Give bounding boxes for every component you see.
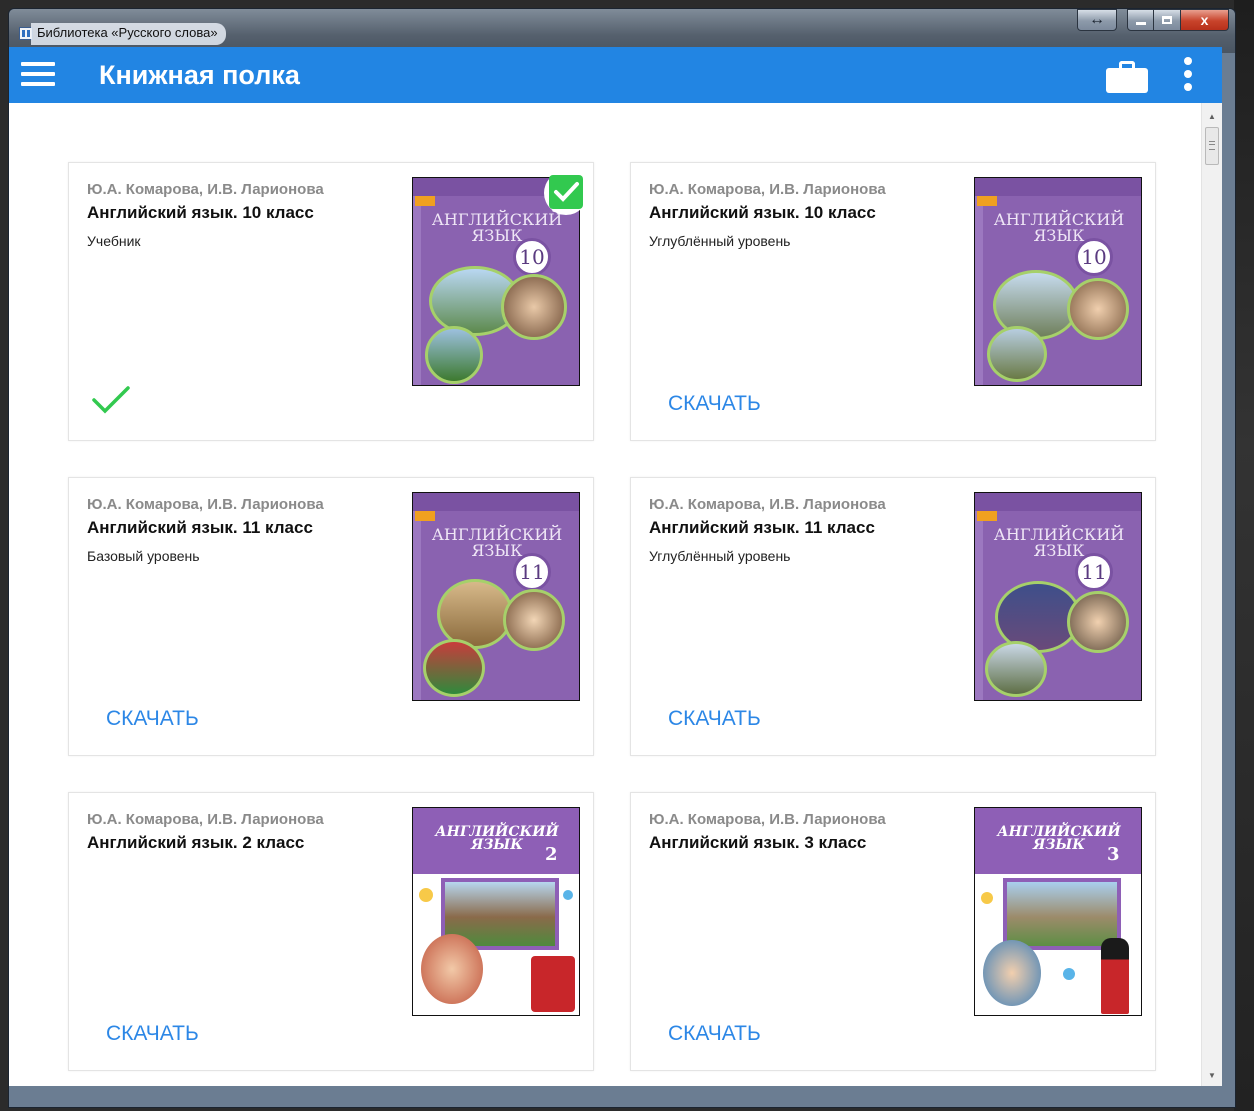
- download-button[interactable]: СКАЧАТЬ: [668, 707, 761, 731]
- window-title: Библиотека «Русского слова»: [31, 23, 226, 45]
- book-subtitle: Углублённый уровень: [649, 548, 791, 564]
- book-card[interactable]: Ю.А. Комарова, И.В. Ларионова Английский…: [68, 477, 594, 756]
- resize-toggle-button[interactable]: ↔: [1077, 9, 1117, 31]
- book-card[interactable]: Ю.А. Комарова, И.В. Ларионова Английский…: [630, 792, 1156, 1071]
- publisher-badge: [415, 196, 435, 206]
- book-title: Английский язык. 10 класс: [87, 203, 314, 222]
- cover-header-band: [413, 493, 579, 511]
- download-button[interactable]: СКАЧАТЬ: [106, 707, 199, 731]
- book-cover[interactable]: АНГЛИЙСКИЙ ЯЗЫК 3: [974, 807, 1142, 1016]
- desktop-background: [1234, 0, 1254, 1111]
- download-button[interactable]: СКАЧАТЬ: [668, 1022, 761, 1046]
- minimize-button[interactable]: [1127, 9, 1154, 31]
- download-button[interactable]: СКАЧАТЬ: [106, 1022, 199, 1046]
- book-author: Ю.А. Комарова, И.В. Ларионова: [649, 496, 886, 513]
- window-bottom-border: [9, 1086, 1222, 1100]
- book-cover[interactable]: АНГЛИЙСКИЙ ЯЗЫК 11: [974, 492, 1142, 701]
- book-author: Ю.А. Комарова, И.В. Ларионова: [649, 811, 886, 828]
- close-icon: x: [1200, 12, 1209, 28]
- bookshelf-content: Ю.А. Комарова, И.В. Ларионова Английский…: [9, 103, 1201, 1086]
- cover-grade-number: 3: [1107, 844, 1120, 865]
- cover-photo: [423, 639, 485, 697]
- cover-doodle: [981, 892, 993, 904]
- book-card[interactable]: Ю.А. Комарова, И.В. Ларионова Английский…: [68, 792, 594, 1071]
- cover-photo: [983, 940, 1041, 1006]
- book-subtitle: Базовый уровень: [87, 548, 200, 564]
- resize-arrows-icon: ↔: [1089, 11, 1105, 28]
- menu-icon[interactable]: [21, 61, 55, 87]
- book-subtitle: Углублённый уровень: [649, 233, 791, 249]
- book-author: Ю.А. Комарова, И.В. Ларионова: [87, 811, 324, 828]
- scrollbar-thumb[interactable]: [1205, 127, 1219, 165]
- scroll-down-arrow-icon[interactable]: ▼: [1202, 1066, 1222, 1084]
- book-cover[interactable]: АНГЛИЙСКИЙ ЯЗЫК 11: [412, 492, 580, 701]
- cover-title: АНГЛИЙСКИЙ ЯЗЫК: [431, 210, 563, 245]
- book-card[interactable]: Ю.А. Комарова, И.В. Ларионова Английский…: [630, 162, 1156, 441]
- book-title: Английский язык. 11 класс: [87, 518, 313, 537]
- download-button[interactable]: СКАЧАТЬ: [668, 392, 761, 416]
- cover-title: АНГЛИЙСКИЙ ЯЗЫК: [431, 525, 563, 560]
- book-cover[interactable]: АНГЛИЙСКИЙ ЯЗЫК 10: [974, 177, 1142, 386]
- cover-photo: [501, 274, 567, 340]
- maximize-button[interactable]: [1154, 9, 1181, 31]
- book-title: Английский язык. 10 класс: [649, 203, 876, 222]
- cover-side-strip: [975, 511, 983, 700]
- cover-bus-illustration: [531, 956, 575, 1012]
- book-author: Ю.А. Комарова, И.В. Ларионова: [87, 181, 324, 198]
- maximize-icon: [1162, 16, 1172, 24]
- window-controls: ↔ x: [1077, 9, 1229, 31]
- cover-title: АНГЛИЙСКИЙ ЯЗЫК: [993, 210, 1125, 245]
- check-icon: [554, 182, 579, 202]
- cover-photo: [1003, 878, 1121, 950]
- downloaded-badge: [544, 171, 588, 215]
- cover-doodle: [1063, 968, 1075, 980]
- book-author: Ю.А. Комарова, И.В. Ларионова: [649, 181, 886, 198]
- book-card[interactable]: Ю.А. Комарова, И.В. Ларионова Английский…: [630, 477, 1156, 756]
- cover-header-band: [975, 178, 1141, 196]
- book-subtitle: Учебник: [87, 233, 141, 249]
- minimize-icon: [1135, 21, 1146, 25]
- briefcase-icon[interactable]: [1106, 61, 1148, 93]
- cover-doodle: [419, 888, 433, 902]
- app-header: Книжная полка: [9, 47, 1222, 103]
- book-card[interactable]: Ю.А. Комарова, И.В. Ларионова Английский…: [68, 162, 594, 441]
- cover-photo: [987, 326, 1047, 382]
- cover-photo: [425, 326, 483, 384]
- close-button[interactable]: x: [1181, 9, 1229, 31]
- cover-photo: [1067, 591, 1129, 653]
- more-vert-icon[interactable]: [1181, 57, 1195, 93]
- cover-title: АНГЛИЙСКИЙ ЯЗЫК: [993, 525, 1125, 560]
- cover-grade-number: 2: [545, 844, 558, 865]
- cover-side-strip: [413, 196, 421, 385]
- book-title: Английский язык. 2 класс: [87, 833, 305, 852]
- publisher-badge: [415, 511, 435, 521]
- cover-grade-badge: 10: [1075, 238, 1113, 276]
- cover-photo: [985, 641, 1047, 697]
- vertical-scrollbar[interactable]: ▲ ▼: [1201, 103, 1222, 1086]
- book-author: Ю.А. Комарова, И.В. Ларионова: [87, 496, 324, 513]
- scroll-up-arrow-icon[interactable]: ▲: [1202, 107, 1222, 125]
- cover-photo: [503, 589, 565, 651]
- publisher-badge: [977, 511, 997, 521]
- book-title: Английский язык. 3 класс: [649, 833, 867, 852]
- downloaded-check-icon: [92, 386, 130, 414]
- cover-grade-badge: 11: [513, 553, 551, 591]
- cover-doodle: [563, 890, 573, 900]
- book-title: Английский язык. 11 класс: [649, 518, 875, 537]
- cover-photo: [1067, 278, 1129, 340]
- cover-guard-illustration: [1101, 938, 1129, 1014]
- cover-side-strip: [413, 511, 421, 700]
- cover-grade-badge: 11: [1075, 553, 1113, 591]
- publisher-badge: [977, 196, 997, 206]
- page-title: Книжная полка: [99, 60, 300, 90]
- cover-header-band: [975, 493, 1141, 511]
- cover-grade-badge: 10: [513, 238, 551, 276]
- cover-side-strip: [975, 196, 983, 385]
- book-cover[interactable]: АНГЛИЙСКИЙ ЯЗЫК 2: [412, 807, 580, 1016]
- cover-photo: [421, 934, 483, 1004]
